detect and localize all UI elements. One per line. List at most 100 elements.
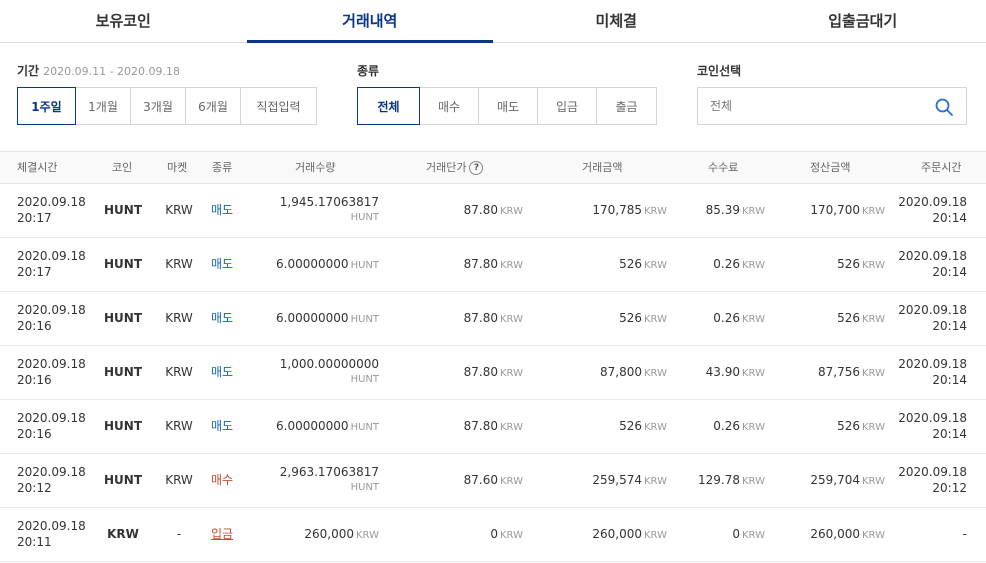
coin-cell: HUNT xyxy=(103,365,142,379)
exec-time-cell: 2020.09.18 20:16 xyxy=(17,303,86,333)
exec-time-cell: 2020.09.18 20:16 xyxy=(17,411,86,441)
market-cell: KRW xyxy=(165,473,193,487)
exec-time-cell: 2020.09.18 20:17 xyxy=(17,249,86,279)
header-order-time: 주문시간 xyxy=(921,161,962,174)
table-row: 2020.09.18 20:16 HUNT KRW 매도 6.00000000 HUNT 87… xyxy=(0,292,986,346)
period-1month-button[interactable]: 1개월 xyxy=(75,87,131,125)
period-6month-button[interactable]: 6개월 xyxy=(185,87,241,125)
coin-search-input[interactable] xyxy=(710,99,930,113)
order-time-cell: 2020.09.18 20:14 xyxy=(898,411,967,441)
quantity-cell: 6.00000000 HUNT xyxy=(276,419,379,433)
order-time-cell: - xyxy=(962,527,967,541)
market-cell: KRW xyxy=(165,203,193,217)
table-row: 2020.09.18 20:16 HUNT KRW 매도 1,000.00000000 HU… xyxy=(0,346,986,400)
settlement-cell: 526 KRW xyxy=(837,257,885,271)
amount-cell: 87,800 KRW xyxy=(600,365,667,379)
header-quantity: 거래수량 xyxy=(295,161,336,174)
header-type: 종류 xyxy=(212,161,233,174)
type-deposit-button[interactable]: 입금 xyxy=(537,87,597,125)
type-cell[interactable]: 입금 xyxy=(205,508,239,560)
exec-time-cell: 2020.09.18 20:16 xyxy=(17,357,86,387)
price-cell: 87.80 KRW xyxy=(463,257,523,271)
quantity-cell: 2,963.17063817 HUNT xyxy=(279,465,379,493)
quantity-cell: 6.00000000 HUNT xyxy=(276,311,379,325)
table-header: 체결시간 코인 마켓 종류 거래수량 거래단가? 거래금액 수수료 정산금액 주… xyxy=(0,151,986,184)
coin-search-box xyxy=(697,87,967,125)
order-time-cell: 2020.09.18 20:14 xyxy=(898,195,967,225)
settlement-cell: 260,000 KRW xyxy=(810,527,885,541)
fee-cell: 85.39 KRW xyxy=(705,203,765,217)
amount-cell: 526 KRW xyxy=(619,419,667,433)
header-market: 마켓 xyxy=(167,161,188,174)
type-label: 종류 xyxy=(357,64,380,78)
fee-cell: 43.90 KRW xyxy=(705,365,765,379)
period-custom-button[interactable]: 직접입력 xyxy=(240,87,317,125)
market-cell: KRW xyxy=(165,311,193,325)
tab-open-orders[interactable]: 미체결 xyxy=(493,0,740,42)
type-cell: 매수 xyxy=(210,473,234,487)
type-cell: 매도 xyxy=(210,311,234,325)
table-row: 2020.09.18 20:12 HUNT KRW 매수 2,963.17063817 HU… xyxy=(0,454,986,508)
fee-cell: 0.26 KRW xyxy=(713,311,765,325)
coin-cell: HUNT xyxy=(103,203,142,217)
coin-cell: KRW xyxy=(107,527,139,541)
price-cell: 0 KRW xyxy=(490,527,523,541)
help-icon[interactable]: ? xyxy=(469,161,484,175)
header-amount: 거래금액 xyxy=(582,161,623,174)
price-cell: 87.80 KRW xyxy=(463,311,523,325)
type-button-group: 전체 매수 매도 입금 출금 xyxy=(357,87,657,125)
tab-transaction-history[interactable]: 거래내역 xyxy=(246,0,494,43)
transaction-table: 2020.09.18 20:17 HUNT KRW 매도 1,945.17063817 HU… xyxy=(0,184,986,562)
period-1week-button[interactable]: 1주일 xyxy=(17,87,76,125)
header-exec-time: 체결시간 xyxy=(17,161,58,174)
tab-pending-transfers[interactable]: 입출금대기 xyxy=(740,0,986,42)
amount-cell: 259,574 KRW xyxy=(592,473,667,487)
table-row: 2020.09.18 20:17 HUNT KRW 매도 6.00000000 HUNT 87… xyxy=(0,238,986,292)
period-label: 기간 2020.09.11 - 2020.09.18 xyxy=(17,64,181,78)
type-cell: 매도 xyxy=(210,203,234,217)
order-time-cell: 2020.09.18 20:14 xyxy=(898,303,967,333)
price-cell: 87.80 KRW xyxy=(463,203,523,217)
settlement-cell: 87,756 KRW xyxy=(818,365,885,379)
market-cell: KRW xyxy=(165,419,193,433)
type-buy-button[interactable]: 매수 xyxy=(419,87,479,125)
market-cell: KRW xyxy=(165,365,193,379)
fee-cell: 129.78 KRW xyxy=(698,473,765,487)
table-row: 2020.09.18 20:17 HUNT KRW 매도 1,945.17063817 HU… xyxy=(0,184,986,238)
amount-cell: 526 KRW xyxy=(619,257,667,271)
fee-cell: 0.26 KRW xyxy=(713,257,765,271)
order-time-cell: 2020.09.18 20:12 xyxy=(898,465,967,495)
header-price: 거래단가? xyxy=(426,152,484,183)
header-coin: 코인 xyxy=(112,161,133,174)
quantity-cell: 260,000 KRW xyxy=(304,527,379,541)
quantity-cell: 1,000.00000000 HUNT xyxy=(279,357,379,385)
amount-cell: 170,785 KRW xyxy=(592,203,667,217)
coin-cell: HUNT xyxy=(103,311,142,325)
settlement-cell: 259,704 KRW xyxy=(810,473,885,487)
coin-select-label: 코인선택 xyxy=(697,64,742,78)
coin-cell: HUNT xyxy=(103,473,142,487)
tab-bar: 보유코인 거래내역 미체결 입출금대기 xyxy=(0,0,986,43)
quantity-cell: 6.00000000 HUNT xyxy=(276,257,379,271)
settlement-cell: 526 KRW xyxy=(837,311,885,325)
tab-holdings[interactable]: 보유코인 xyxy=(0,0,247,42)
amount-cell: 526 KRW xyxy=(619,311,667,325)
price-cell: 87.80 KRW xyxy=(463,365,523,379)
settlement-cell: 526 KRW xyxy=(837,419,885,433)
exec-time-cell: 2020.09.18 20:17 xyxy=(17,195,86,225)
fee-cell: 0.26 KRW xyxy=(713,419,765,433)
amount-cell: 260,000 KRW xyxy=(592,527,667,541)
type-sell-button[interactable]: 매도 xyxy=(478,87,538,125)
exec-time-cell: 2020.09.18 20:11 xyxy=(17,519,86,549)
type-withdraw-button[interactable]: 출금 xyxy=(596,87,657,125)
period-3month-button[interactable]: 3개월 xyxy=(130,87,186,125)
period-button-group: 1주일 1개월 3개월 6개월 직접입력 xyxy=(17,87,317,125)
market-cell: KRW xyxy=(165,257,193,271)
type-all-button[interactable]: 전체 xyxy=(357,87,420,125)
coin-cell: HUNT xyxy=(103,257,142,271)
price-cell: 87.80 KRW xyxy=(463,419,523,433)
search-icon[interactable] xyxy=(934,97,954,117)
settlement-cell: 170,700 KRW xyxy=(810,203,885,217)
coin-cell: HUNT xyxy=(103,419,142,433)
header-fee: 수수료 xyxy=(708,161,739,174)
